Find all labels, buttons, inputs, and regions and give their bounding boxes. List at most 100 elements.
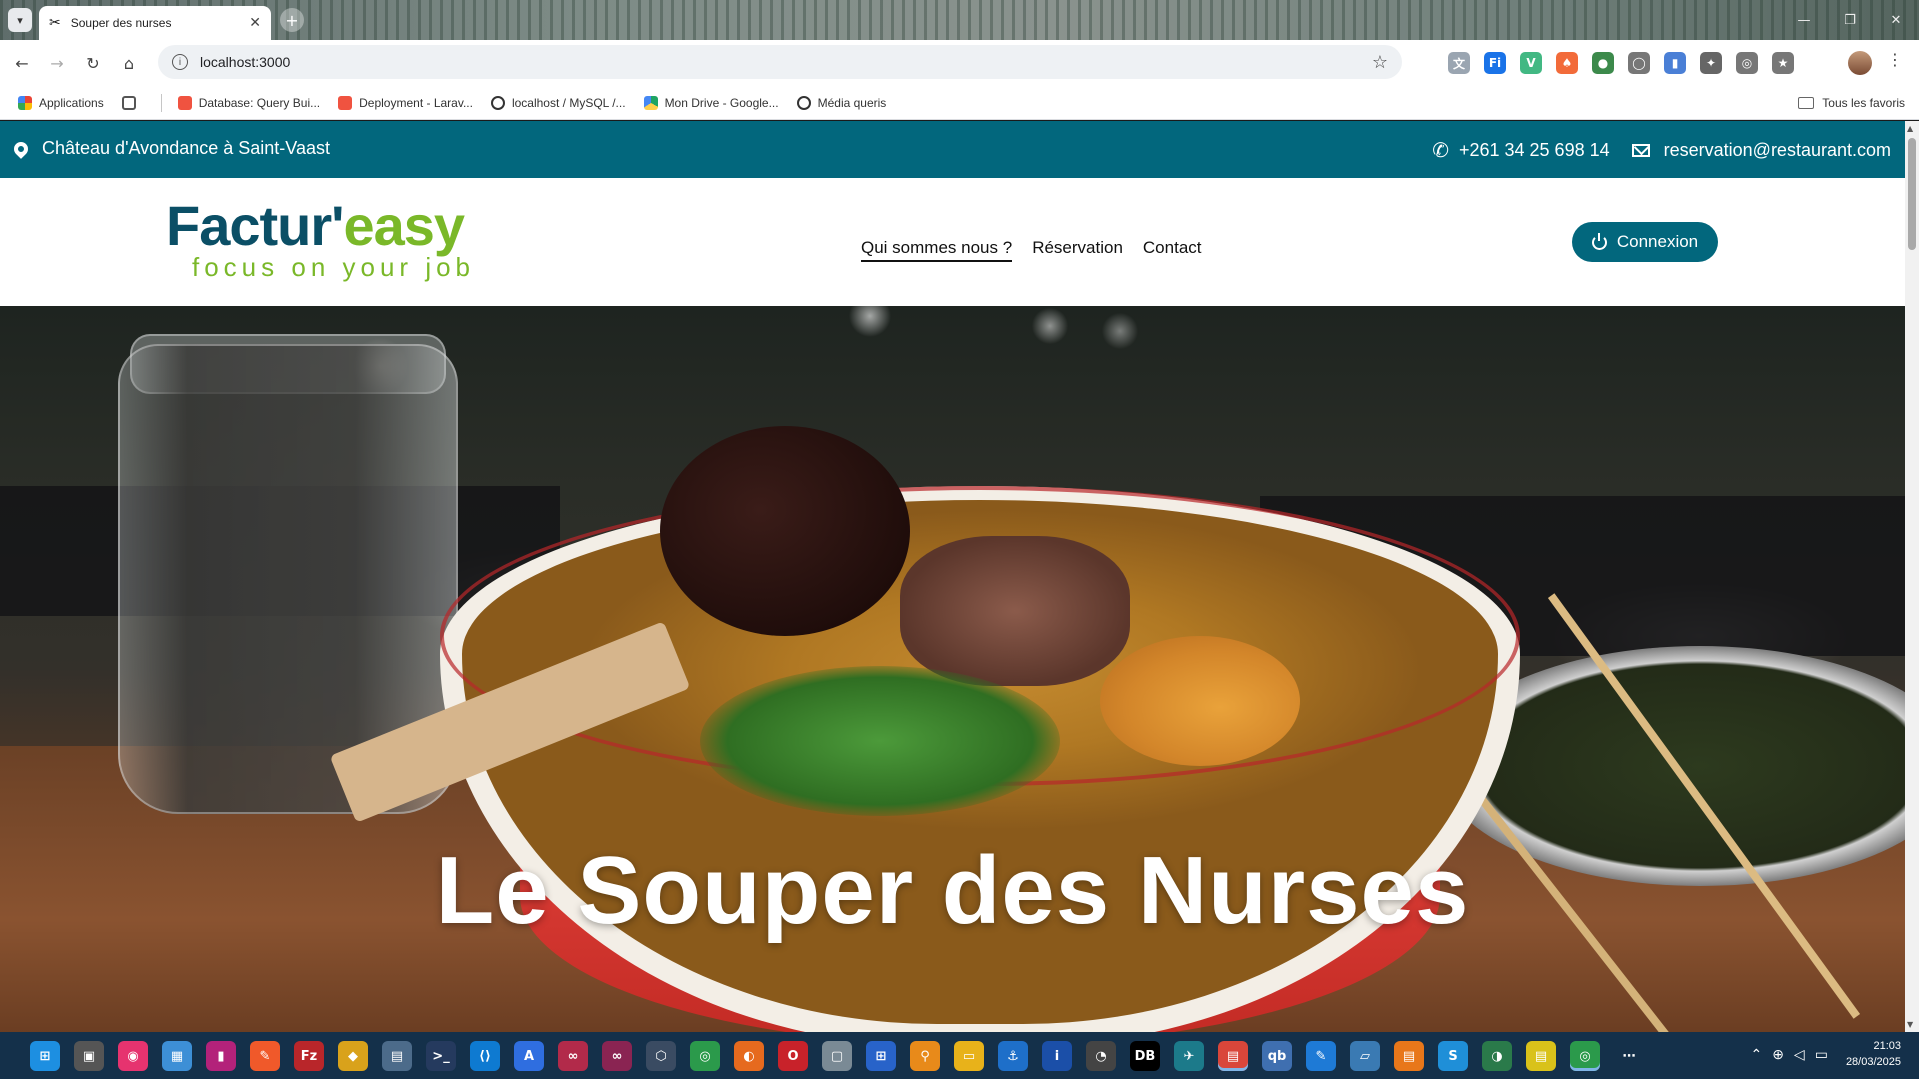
back-arrow-icon[interactable]: ← (9, 50, 35, 76)
network-icon[interactable]: ⊕ (1772, 1046, 1784, 1063)
skype-icon[interactable]: S (1438, 1041, 1468, 1071)
close-window-icon[interactable]: ✕ (1873, 0, 1919, 40)
folder-icon[interactable]: ▭ (954, 1041, 984, 1071)
virtualbox-icon[interactable]: ⬡ (646, 1041, 676, 1071)
browser-tab-active[interactable]: ✂ Souper des nurses ✕ (39, 6, 271, 40)
clipboard-extension-icon[interactable]: ▮ (1664, 52, 1686, 74)
scroll-down-icon[interactable]: ▼ (1907, 1020, 1913, 1029)
site-logo[interactable]: Factur'easy focus on your job (166, 198, 475, 283)
bookmark-applications[interactable]: Applications (18, 95, 104, 110)
app-icon[interactable]: ◑ (1482, 1041, 1512, 1071)
app-icon[interactable]: DB (1130, 1041, 1160, 1071)
bookmark-label: Mon Drive - Google... (664, 95, 779, 110)
bookmark-star-icon[interactable]: ☆ (1372, 52, 1388, 73)
address-bar[interactable]: i localhost:3000 ☆ (158, 45, 1402, 79)
app-icon[interactable]: ▤ (382, 1041, 412, 1071)
app-icon[interactable]: ✎ (250, 1041, 280, 1071)
bookmark-media[interactable]: Média queris (796, 95, 887, 110)
bookmark-drive[interactable]: Mon Drive - Google... (643, 95, 779, 110)
chrome-icon[interactable]: ◎ (690, 1041, 720, 1071)
chevron-up-icon[interactable]: ⌃ (1750, 1046, 1762, 1063)
volume-icon[interactable]: ◁ (1794, 1046, 1805, 1063)
store-icon[interactable]: ▦ (162, 1041, 192, 1071)
hero-ladle (660, 426, 910, 636)
globe-icon (796, 95, 811, 110)
terminal-icon[interactable]: >_ (426, 1041, 456, 1071)
taskbar-clock[interactable]: 21:03 28/03/2025 (1846, 1038, 1901, 1070)
phone-number[interactable]: +261 34 25 698 14 (1459, 140, 1610, 161)
window-controls: — ❐ ✕ (1781, 0, 1919, 40)
qbittorrent-icon[interactable]: qb (1262, 1041, 1292, 1071)
power-icon (1591, 232, 1607, 250)
site-info-icon[interactable]: i (172, 54, 188, 70)
store-icon[interactable]: ⊞ (866, 1041, 896, 1071)
reload-icon[interactable]: ↻ (80, 50, 106, 76)
profile-avatar[interactable] (1848, 51, 1872, 75)
battery-icon[interactable]: ▭ (1815, 1046, 1828, 1063)
screenshot-icon[interactable]: ◎ (1736, 52, 1758, 74)
forward-arrow-icon[interactable]: → (44, 50, 70, 76)
windows-start-icon[interactable]: ⊞ (30, 1041, 60, 1071)
app-icon[interactable]: ▤ (1526, 1041, 1556, 1071)
app-icon[interactable]: ∞ (602, 1041, 632, 1071)
all-favorites[interactable]: Tous les favoris (1798, 86, 1905, 120)
translate-extension-icon[interactable]: 文 (1448, 52, 1470, 74)
apps-grid-icon (18, 95, 32, 110)
nav-link-contact[interactable]: Contact (1143, 238, 1202, 262)
circle-extension-icon[interactable]: ◯ (1628, 52, 1650, 74)
git-icon[interactable]: ◆ (338, 1041, 368, 1071)
app-icon[interactable]: ⚓ (998, 1041, 1028, 1071)
laravel-icon (338, 95, 353, 110)
app-icon[interactable]: ✎ (1306, 1041, 1336, 1071)
scrollbar-thumb[interactable] (1908, 138, 1916, 250)
tab-close-icon[interactable]: ✕ (249, 15, 261, 31)
login-label: Connexion (1616, 232, 1699, 251)
chrome-menu-icon[interactable]: ⋮ (1887, 50, 1903, 69)
app-icon[interactable]: ✈ (1174, 1041, 1204, 1071)
info-icon[interactable]: i (1042, 1041, 1072, 1071)
page-scrollbar[interactable]: ▲ ▼ (1905, 121, 1919, 1032)
bookmark-grid[interactable] (121, 95, 143, 110)
tab-search-button[interactable]: ▾ (8, 8, 32, 32)
vue-devtools-icon[interactable]: V (1520, 52, 1542, 74)
login-button[interactable]: Connexion (1572, 222, 1718, 262)
orange-extension-icon[interactable]: ♠ (1556, 52, 1578, 74)
nav-link-about[interactable]: Qui sommes nous ? (861, 238, 1013, 262)
app-icon[interactable]: ∞ (558, 1041, 588, 1071)
home-icon[interactable]: ⌂ (116, 50, 142, 76)
more-apps-icon[interactable]: ⋯ (1614, 1041, 1644, 1071)
minimize-icon[interactable]: — (1781, 0, 1827, 40)
email-address[interactable]: reservation@restaurant.com (1664, 140, 1891, 161)
firefox-icon[interactable]: ◐ (734, 1041, 764, 1071)
maximize-icon[interactable]: ❐ (1827, 0, 1873, 40)
app-icon[interactable]: ◔ (1086, 1041, 1116, 1071)
fi-extension-icon[interactable]: Fi (1484, 52, 1506, 74)
new-tab-button[interactable]: + (280, 8, 304, 32)
android-studio-icon[interactable]: A (514, 1041, 544, 1071)
favorites-icon[interactable]: ★ (1772, 52, 1794, 74)
bookmark-database[interactable]: Database: Query Bui... (177, 95, 320, 110)
hero-scallions (700, 666, 1060, 816)
site-topbar: Château d'Avondance à Saint-Vaast ✆ +261… (0, 121, 1905, 178)
task-view-icon[interactable]: ▣ (74, 1041, 104, 1071)
app-icon[interactable]: ▮ (206, 1041, 236, 1071)
app-icon[interactable]: ▤ (1218, 1041, 1248, 1071)
bookmark-label: Média queris (817, 95, 887, 110)
app-icon[interactable]: ▢ (822, 1041, 852, 1071)
chrome-active-icon[interactable]: ◎ (1570, 1041, 1600, 1071)
filezilla-icon[interactable]: Fz (294, 1041, 324, 1071)
app-icon[interactable]: ▱ (1350, 1041, 1380, 1071)
bookmark-deployment[interactable]: Deployment - Larav... (338, 95, 473, 110)
scroll-up-icon[interactable]: ▲ (1907, 124, 1913, 133)
green-extension-icon[interactable]: ● (1592, 52, 1614, 74)
app-icon[interactable]: ◉ (118, 1041, 148, 1071)
opera-icon[interactable]: O (778, 1041, 808, 1071)
vscode-icon[interactable]: ⟨⟩ (470, 1041, 500, 1071)
puzzle-extensions-icon[interactable]: ✦ (1700, 52, 1722, 74)
url-text[interactable]: localhost:3000 (200, 54, 1372, 70)
nav-link-reservation[interactable]: Réservation (1032, 238, 1123, 262)
clock-date: 28/03/2025 (1845, 1056, 1901, 1068)
bookmark-mysql[interactable]: localhost / MySQL /... (490, 95, 626, 110)
search-icon[interactable]: ⚲ (910, 1041, 940, 1071)
pdf-icon[interactable]: ▤ (1394, 1041, 1424, 1071)
